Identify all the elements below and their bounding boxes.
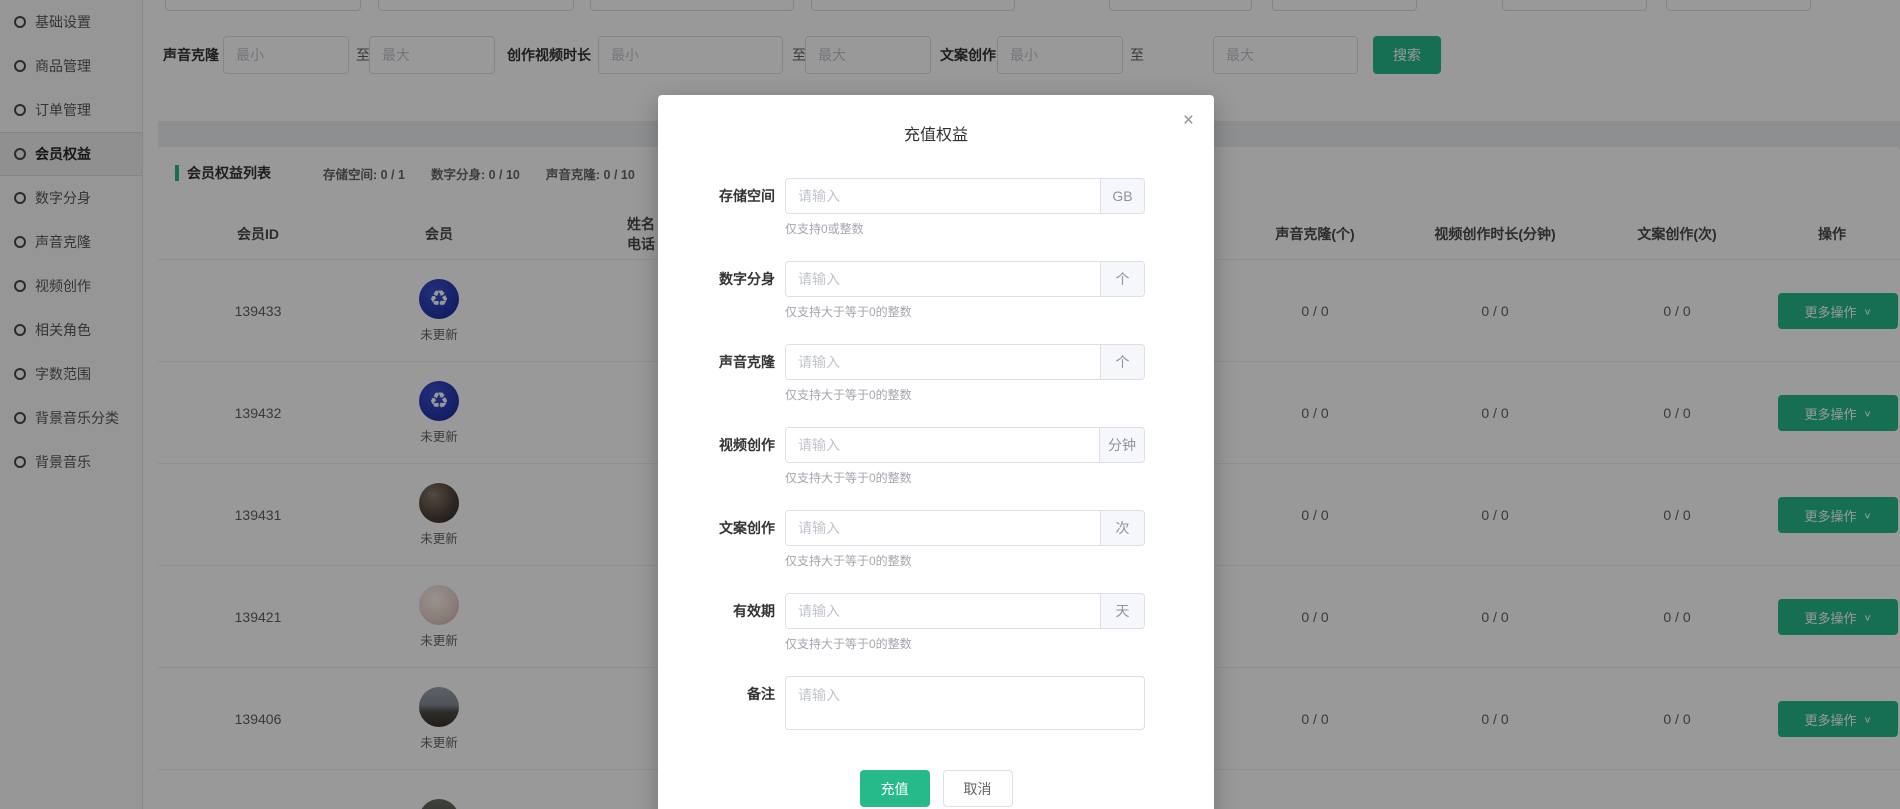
unit-suffix: 个: [1100, 345, 1144, 379]
field-help: 仅支持大于等于0的整数: [785, 386, 912, 403]
field-label: 有效期: [658, 593, 775, 629]
modal-title: 充值权益: [658, 121, 1214, 145]
unit-suffix: 天: [1100, 594, 1144, 628]
field-label: 声音克隆: [658, 344, 775, 380]
unit-suffix: 分钟: [1099, 428, 1144, 462]
field-help: 仅支持0或整数: [785, 220, 864, 237]
cancel-button[interactable]: 取消: [943, 770, 1013, 807]
field-label: 文案创作: [658, 510, 775, 546]
storage-input[interactable]: [786, 179, 1100, 213]
field-label: 数字分身: [658, 261, 775, 297]
unit-suffix: 次: [1100, 511, 1144, 545]
field-help: 仅支持大于等于0的整数: [785, 552, 912, 569]
video-creation-input[interactable]: [786, 428, 1099, 462]
close-icon[interactable]: ×: [1183, 111, 1194, 130]
recharge-benefits-modal: 充值权益 × 存储空间 GB 仅支持0或整数 数字分身 个 仅支持大于等于0的整…: [658, 95, 1214, 809]
field-label: 存储空间: [658, 178, 775, 214]
field-help: 仅支持大于等于0的整数: [785, 469, 912, 486]
field-help: 仅支持大于等于0的整数: [785, 635, 912, 652]
validity-input[interactable]: [786, 594, 1100, 628]
voice-clone-input[interactable]: [786, 345, 1100, 379]
remark-textarea[interactable]: [785, 676, 1145, 730]
digital-avatar-input[interactable]: [786, 262, 1100, 296]
copywriting-input[interactable]: [786, 511, 1100, 545]
field-label: 视频创作: [658, 427, 775, 463]
unit-suffix: GB: [1100, 179, 1144, 213]
app-window: 基础设置 商品管理 订单管理 会员权益 数字分身 声音克隆 视频创作 相关角色 …: [0, 0, 1900, 809]
field-help: 仅支持大于等于0的整数: [785, 303, 912, 320]
recharge-button[interactable]: 充值: [860, 770, 930, 807]
field-label: 备注: [658, 676, 775, 712]
unit-suffix: 个: [1100, 262, 1144, 296]
